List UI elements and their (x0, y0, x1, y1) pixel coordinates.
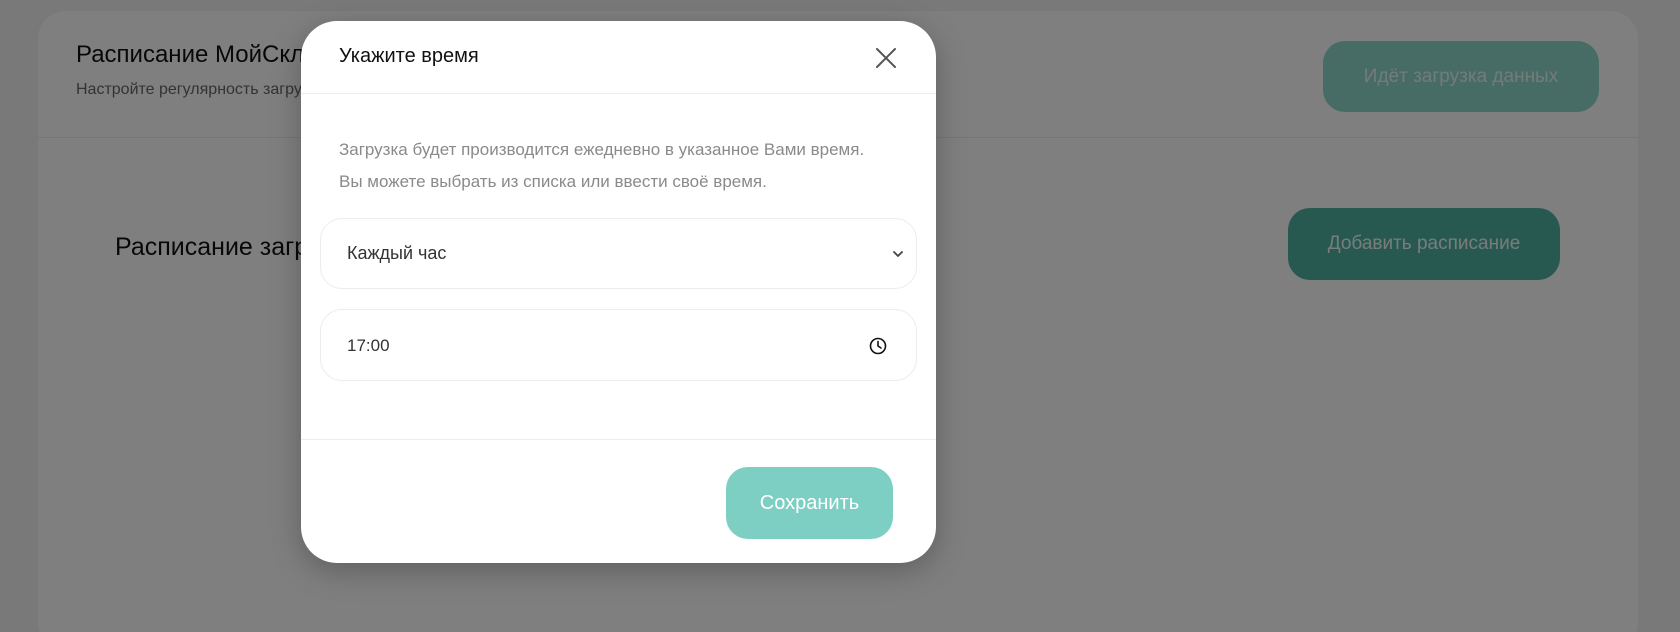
time-input[interactable]: 17:00 (320, 309, 917, 381)
chevron-down-icon (892, 248, 904, 260)
close-icon (876, 48, 896, 68)
clock-icon[interactable] (868, 336, 888, 356)
time-input-value: 17:00 (347, 336, 390, 355)
time-modal: Укажите время Загрузка будет производитс… (301, 21, 936, 563)
modal-description: Загрузка будет производится ежедневно в … (339, 140, 865, 191)
modal-title: Укажите время (339, 45, 479, 67)
save-button[interactable]: Сохранить (726, 467, 893, 539)
modal-footer: Сохранить (301, 439, 936, 563)
frequency-select[interactable]: Каждый час (320, 218, 917, 289)
modal-header: Укажите время (301, 21, 936, 94)
close-button[interactable] (871, 43, 901, 73)
frequency-select-value: Каждый час (347, 243, 447, 263)
